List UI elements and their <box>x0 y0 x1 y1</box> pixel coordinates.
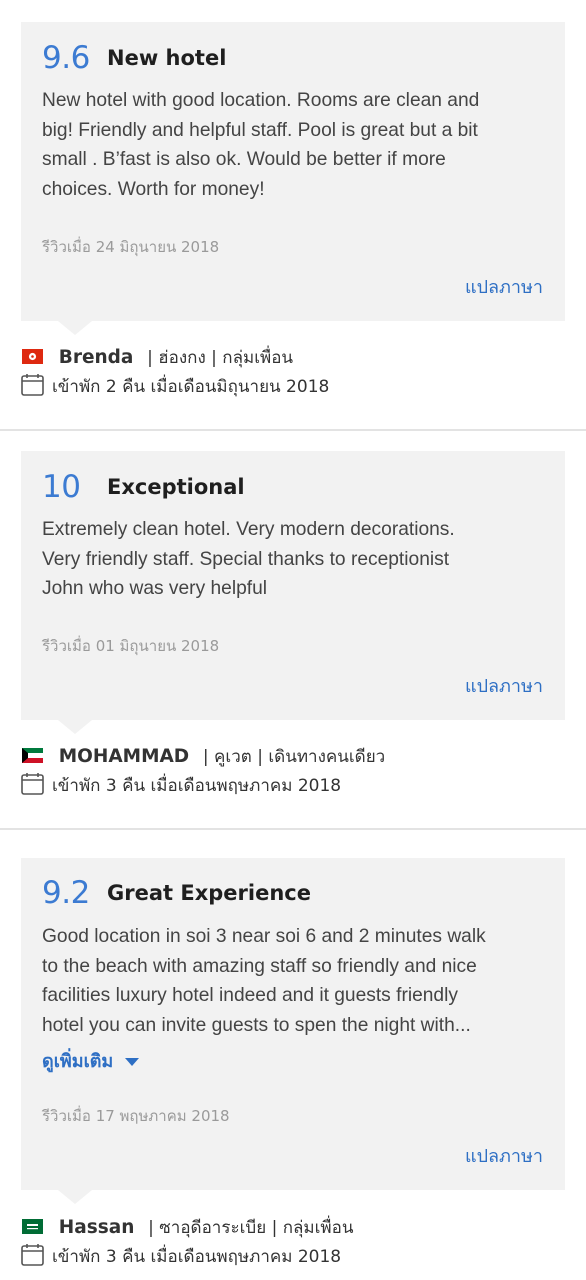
reviewer-meta: | คูเวต | เดินทางคนเดียว <box>202 747 386 767</box>
calendar-icon <box>21 1244 44 1266</box>
hong-kong-flag-icon <box>22 349 43 364</box>
saudi-arabia-flag-icon <box>22 1219 43 1234</box>
translate-link[interactable]: แปลภาษา <box>465 1141 543 1170</box>
review-date: รีวิวเมื่อ 17 พฤษภาคม 2018 <box>42 1107 230 1125</box>
reviewer-name: MOHAMMAD <box>58 746 190 767</box>
calendar-icon <box>21 773 44 795</box>
reviewer-meta: | ซาอุดีอาระเบีย | กลุ่มเพื่อน <box>148 1218 354 1238</box>
review-text: New hotel with good location. Rooms are … <box>42 86 542 204</box>
review-title: Great Experience <box>107 881 311 905</box>
review-text-line: Extremely clean hotel. Very modern decor… <box>42 519 455 540</box>
bubble-tail <box>58 720 92 734</box>
review-text-line: Very friendly staff. Special thanks to r… <box>42 548 450 570</box>
review-text-line: choices. Worth for money! <box>42 178 265 200</box>
review-card: 9.6 New hotel New hotel with good locati… <box>0 0 586 430</box>
calendar-icon <box>21 374 44 396</box>
reviewer-info: MOHAMMAD | คูเวต | เดินทางคนเดียว <box>22 743 385 770</box>
review-date: รีวิวเมื่อ 24 มิถุนายน 2018 <box>42 238 220 256</box>
review-score: 9.6 <box>42 40 90 76</box>
review-text-line: Good location in soi 3 near soi 6 and 2 … <box>42 926 486 947</box>
reviewer-info: Brenda | ฮ่องกง | กลุ่มเพื่อน <box>22 344 293 371</box>
review-text: Good location in soi 3 near soi 6 and 2 … <box>42 922 542 1040</box>
stay-info: เข้าพัก 3 คืน เมื่อเดือนพฤษภาคม 2018 <box>21 1243 341 1270</box>
kuwait-flag-icon <box>22 748 43 763</box>
stay-text: เข้าพัก 3 คืน เมื่อเดือนพฤษภาคม 2018 <box>52 776 342 796</box>
reviewer-name: Brenda <box>58 347 134 368</box>
translate-link[interactable]: แปลภาษา <box>465 671 543 700</box>
reviewer-info: Hassan | ซาอุดีอาระเบีย | กลุ่มเพื่อน <box>22 1214 353 1241</box>
see-more-link[interactable]: ดูเพิ่มเติม <box>42 1046 140 1075</box>
stay-info: เข้าพัก 3 คืน เมื่อเดือนพฤษภาคม 2018 <box>21 772 341 799</box>
stay-text: เข้าพัก 2 คืน เมื่อเดือนมิถุนายน 2018 <box>52 377 330 397</box>
stay-info: เข้าพัก 2 คืน เมื่อเดือนมิถุนายน 2018 <box>21 373 329 400</box>
review-card: 10 Exceptional Extremely clean hotel. Ve… <box>0 430 586 830</box>
bubble-tail <box>58 1190 92 1204</box>
review-text-line: to the beach with amazing staff so frien… <box>42 955 477 977</box>
bubble-tail <box>58 321 92 335</box>
review-score: 9.2 <box>42 875 90 911</box>
review-text-line: hotel you can invite guests to spen the … <box>42 1014 471 1036</box>
review-title: Exceptional <box>107 475 245 499</box>
review-text-line: big! Friendly and helpful staff. Pool is… <box>42 119 478 141</box>
chevron-down-icon <box>125 1058 140 1066</box>
stay-text: เข้าพัก 3 คืน เมื่อเดือนพฤษภาคม 2018 <box>52 1247 342 1267</box>
review-text: Extremely clean hotel. Very modern decor… <box>42 515 542 604</box>
review-date: รีวิวเมื่อ 01 มิถุนายน 2018 <box>42 637 220 655</box>
review-score: 10 <box>42 469 81 505</box>
review-title: New hotel <box>107 46 227 70</box>
review-text-line: New hotel with good location. Rooms are … <box>42 90 480 111</box>
see-more-label: ดูเพิ่มเติม <box>42 1051 114 1072</box>
reviewer-meta: | ฮ่องกง | กลุ่มเพื่อน <box>147 348 294 368</box>
review-card: 9.2 Great Experience Good location in so… <box>0 830 586 1280</box>
review-text-line: facilities luxury hotel indeed and it gu… <box>42 985 458 1007</box>
review-text-line: small . B’fast is also ok. Would be bett… <box>42 149 446 171</box>
review-text-line: John who was very helpful <box>42 578 268 600</box>
translate-link[interactable]: แปลภาษา <box>465 272 543 301</box>
reviewer-name: Hassan <box>58 1217 135 1238</box>
